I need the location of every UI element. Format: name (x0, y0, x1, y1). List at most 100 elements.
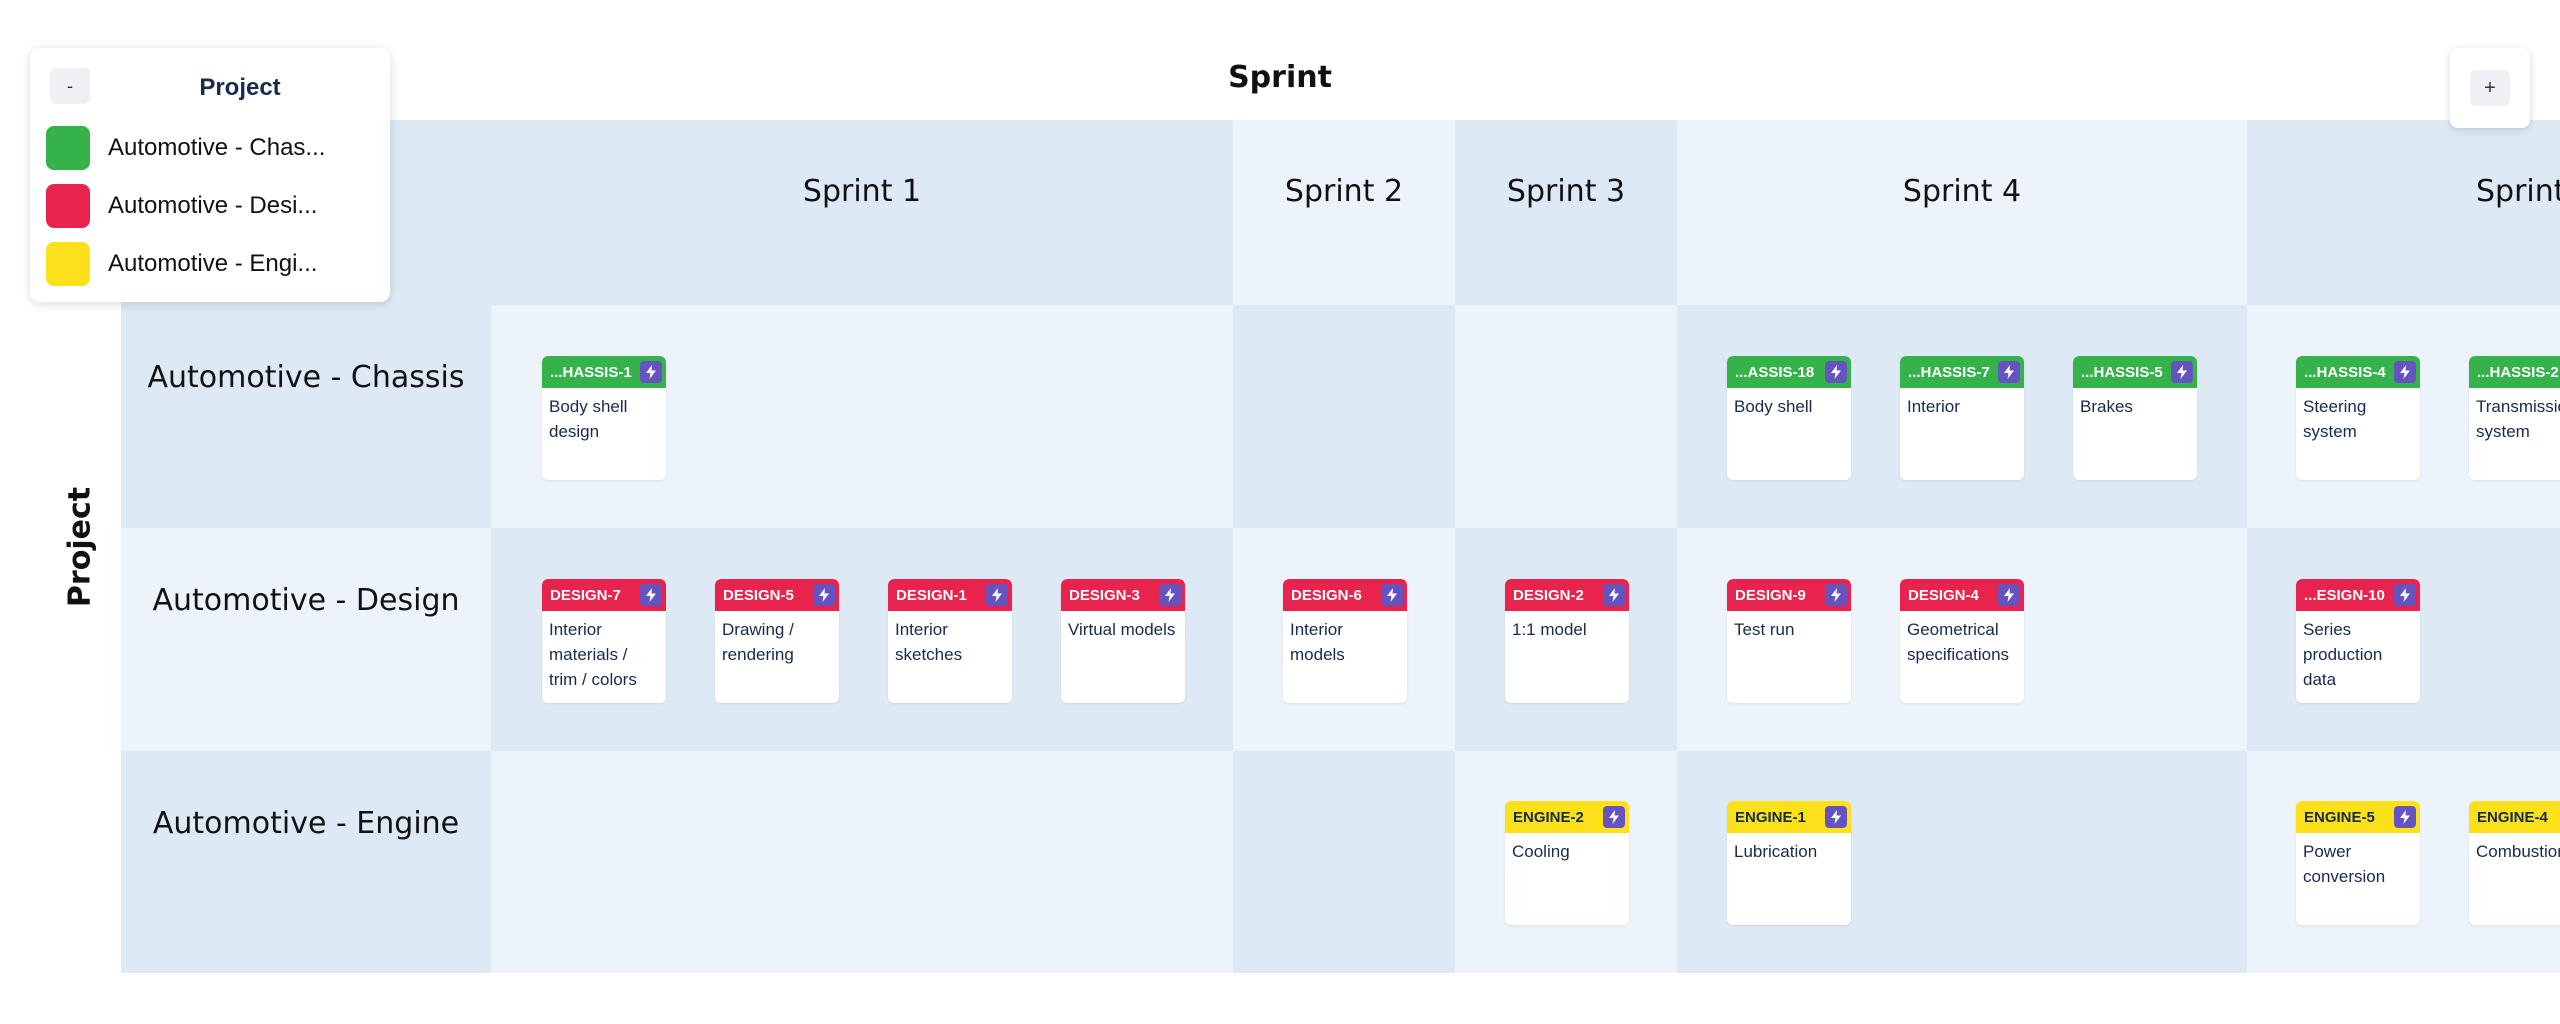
issue-summary: Cooling (1512, 842, 1570, 861)
issue-card[interactable]: DESIGN-2 1:1 model (1505, 579, 1629, 703)
legend-item-chassis: Automotive - Chas... (46, 126, 325, 170)
lightning-bolt-icon (2394, 361, 2416, 383)
legend-collapse-button[interactable]: - (50, 68, 90, 104)
issue-summary: Interior models (1290, 620, 1345, 664)
issue-key: ...HASSIS-2 (2477, 363, 2559, 381)
card-header: ...ASSIS-18 (1727, 356, 1851, 388)
project-header-cell (121, 528, 491, 751)
issue-summary: Combustion (2476, 842, 2560, 861)
card-header: ...ESIGN-10 (2296, 579, 2420, 611)
issue-card[interactable]: DESIGN-7 Interior materials / trim / colo… (542, 579, 666, 703)
issue-key: DESIGN-2 (1513, 586, 1584, 604)
issue-card[interactable]: ENGINE-5 Power conversion (2296, 801, 2420, 925)
grid-cell (1233, 305, 1455, 528)
card-header: DESIGN-2 (1505, 579, 1629, 611)
lightning-bolt-icon (986, 584, 1008, 606)
legend-swatch (46, 242, 90, 286)
card-header: ...HASSIS-2 (2469, 356, 2560, 388)
issue-card[interactable]: DESIGN-9 Test run (1727, 579, 1851, 703)
issue-summary: Interior materials / trim / colors (549, 620, 637, 689)
sprint-header-cell (491, 120, 1233, 305)
lightning-bolt-icon (2394, 806, 2416, 828)
lightning-bolt-icon (2171, 361, 2193, 383)
card-header: DESIGN-3 (1061, 579, 1185, 611)
issue-card[interactable]: ...ASSIS-18 Body shell (1727, 356, 1851, 480)
legend-item-design: Automotive - Desi... (46, 184, 317, 228)
card-header: ENGINE-4 (2469, 801, 2560, 833)
issue-key: DESIGN-9 (1735, 586, 1806, 604)
legend-item-engine: Automotive - Engi... (46, 242, 317, 286)
issue-key: ...HASSIS-4 (2304, 363, 2386, 381)
project-header-cell (121, 305, 491, 528)
add-button[interactable]: + (2470, 70, 2510, 106)
project-header-cell (121, 751, 491, 973)
lightning-bolt-icon (1998, 361, 2020, 383)
issue-key: ENGINE-1 (1735, 808, 1806, 826)
issue-key: DESIGN-7 (550, 586, 621, 604)
add-button-panel: + (2450, 48, 2530, 128)
sprint-label-4: Sprint 4 (1902, 174, 2022, 209)
issue-card[interactable]: DESIGN-1 Interior sketches (888, 579, 1012, 703)
card-header: ...HASSIS-7 (1900, 356, 2024, 388)
issue-key: ...ASSIS-18 (1735, 363, 1815, 381)
sprint-header-cell (1233, 120, 1455, 305)
issue-card[interactable]: ...HASSIS-5 Brakes (2073, 356, 2197, 480)
issue-card[interactable]: ...HASSIS-2 Transmission system (2469, 356, 2560, 480)
issue-key: ...HASSIS-1 (550, 363, 632, 381)
legend-swatch (46, 184, 90, 228)
issue-summary: Geometrical specifications (1907, 620, 2010, 664)
issue-card[interactable]: ...ESIGN-10 Series production data (2296, 579, 2420, 703)
card-header: ...HASSIS-4 (2296, 356, 2420, 388)
issue-summary: Body shell design (549, 397, 628, 441)
sprint-header-cell (2247, 120, 2560, 305)
legend-item-label: Automotive - Chas... (108, 134, 326, 161)
issue-summary: Body shell (1734, 397, 1813, 416)
issue-card[interactable]: DESIGN-6 Interior models (1283, 579, 1407, 703)
card-header: ENGINE-1 (1727, 801, 1851, 833)
issue-card[interactable]: ...HASSIS-1 Body shell design (542, 356, 666, 480)
issue-summary: Virtual models (1068, 620, 1176, 639)
sprint-header-cell (1455, 120, 1677, 305)
lightning-bolt-icon (1825, 584, 1847, 606)
issue-card[interactable]: ...HASSIS-4 Steering system (2296, 356, 2420, 480)
issue-key: ENGINE-2 (1513, 808, 1584, 826)
issue-card[interactable]: ENGINE-2 Cooling (1505, 801, 1629, 925)
lightning-bolt-icon (1381, 584, 1403, 606)
issue-summary: Interior (1907, 397, 1960, 416)
issue-summary: Steering system (2303, 397, 2367, 441)
card-header: ...HASSIS-5 (2073, 356, 2197, 388)
card-header: ...HASSIS-1 (542, 356, 666, 388)
grid-cell (491, 751, 1233, 973)
card-header: DESIGN-1 (888, 579, 1012, 611)
legend-item-label: Automotive - Engi... (108, 250, 318, 277)
sprint-label-3: Sprint 3 (1506, 174, 1626, 209)
sprint-label-5: Sprint (2476, 174, 2560, 209)
legend-title: Project (199, 74, 281, 101)
sprint-label-1: Sprint 1 (802, 174, 922, 209)
issue-card[interactable]: DESIGN-5 Drawing / rendering (715, 579, 839, 703)
card-header: DESIGN-9 (1727, 579, 1851, 611)
issue-card[interactable]: ENGINE-1 Lubrication (1727, 801, 1851, 925)
issue-summary: Transmission system (2476, 397, 2560, 441)
card-header: ENGINE-5 (2296, 801, 2420, 833)
issue-card[interactable]: DESIGN-4 Geometrical specifications (1900, 579, 2024, 703)
issue-key: DESIGN-3 (1069, 586, 1140, 604)
issue-card[interactable]: ENGINE-4 Combustion (2469, 801, 2560, 925)
lightning-bolt-icon (813, 584, 835, 606)
lightning-bolt-icon (1825, 361, 1847, 383)
issue-card[interactable]: DESIGN-3 Virtual models (1061, 579, 1185, 703)
card-header: DESIGN-7 (542, 579, 666, 611)
issue-card[interactable]: ...HASSIS-7 Interior (1900, 356, 2024, 480)
issue-summary: 1:1 model (1512, 620, 1587, 639)
sprint-header-cell (1677, 120, 2247, 305)
grid-cell (1455, 305, 1677, 528)
issue-key: ...ESIGN-10 (2304, 586, 2385, 604)
issue-summary: Drawing / rendering (722, 620, 794, 664)
lightning-bolt-icon (640, 584, 662, 606)
project-label-engine: Automotive - Engine (152, 806, 460, 841)
issue-summary: Lubrication (1734, 842, 1818, 861)
card-header: ENGINE-2 (1505, 801, 1629, 833)
issue-key: DESIGN-4 (1908, 586, 1979, 604)
issue-key: ENGINE-5 (2304, 808, 2375, 826)
project-label-design: Automotive - Design (152, 583, 460, 618)
